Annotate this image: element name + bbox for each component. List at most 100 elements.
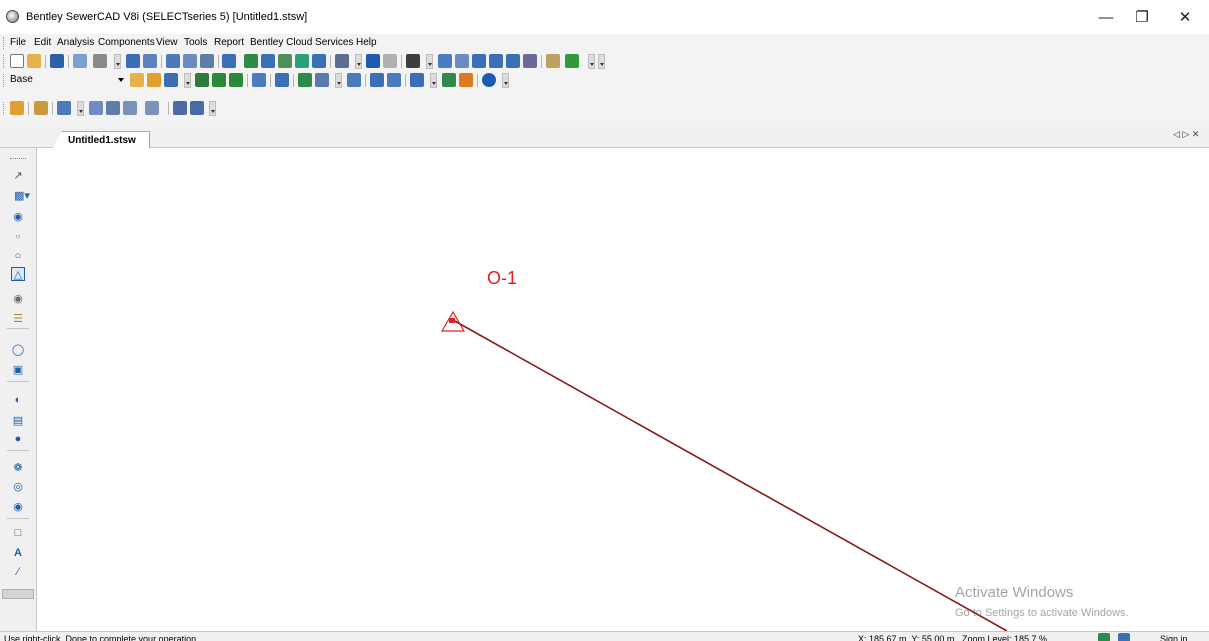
- hyperlinks-icon[interactable]: [442, 73, 456, 87]
- toolbar-overflow-button[interactable]: [184, 73, 191, 88]
- menu-tools[interactable]: Tools: [184, 37, 207, 48]
- background-layers-icon[interactable]: [312, 54, 326, 68]
- new-file-icon[interactable]: [10, 54, 24, 68]
- catch-basin-icon[interactable]: ○: [11, 249, 25, 263]
- undo-icon[interactable]: [366, 54, 380, 68]
- named-views-icon[interactable]: [335, 54, 349, 68]
- query-icon[interactable]: [183, 54, 197, 68]
- select-by-element-icon[interactable]: [123, 101, 137, 115]
- select-by-attribute-icon[interactable]: [106, 101, 120, 115]
- pump-station-icon[interactable]: ❁: [11, 460, 25, 474]
- zoom-window-icon[interactable]: [455, 54, 469, 68]
- redo-icon[interactable]: [383, 54, 397, 68]
- user-notifications-icon[interactable]: [252, 73, 266, 87]
- text-icon[interactable]: A: [11, 546, 25, 560]
- selection-sets-icon[interactable]: [347, 73, 361, 87]
- menu-analysis[interactable]: Analysis: [57, 37, 94, 48]
- contours-icon[interactable]: [278, 54, 292, 68]
- toolbar-overflow-button[interactable]: [209, 101, 216, 116]
- restore-button[interactable]: ❐: [1119, 2, 1165, 32]
- select-arrow-icon[interactable]: ↗: [11, 168, 25, 182]
- wet-well-icon[interactable]: ◉: [11, 291, 25, 305]
- menu-report[interactable]: Report: [214, 37, 244, 48]
- status-sign-in[interactable]: Sign in: [1160, 633, 1188, 641]
- junction-icon[interactable]: ○: [11, 229, 25, 243]
- compute-icon[interactable]: [212, 73, 226, 87]
- line-icon[interactable]: ∕: [11, 565, 25, 579]
- pan-hand-icon[interactable]: [546, 54, 560, 68]
- hydraulic-model-icon[interactable]: [126, 54, 140, 68]
- manhole-icon[interactable]: ◉: [11, 209, 25, 223]
- status-sync-icon[interactable]: [1118, 633, 1130, 641]
- zoom-realtime-icon[interactable]: [506, 54, 520, 68]
- tab-untitled1[interactable]: Untitled1.stsw: [52, 131, 150, 149]
- pump-icon[interactable]: ◐: [11, 393, 25, 407]
- project-icon[interactable]: [143, 54, 157, 68]
- graph-icon[interactable]: [244, 54, 258, 68]
- tab-scroll-close-controls[interactable]: ◁ ▷ ✕: [1173, 129, 1199, 140]
- flextables-list-icon[interactable]: [410, 73, 424, 87]
- calculators-icon[interactable]: [315, 73, 329, 87]
- toolbar-overflow-button[interactable]: [430, 73, 437, 88]
- rss-feed-icon[interactable]: [459, 73, 473, 87]
- toolbar-overflow-button[interactable]: [77, 101, 84, 116]
- scenario-combo[interactable]: Base: [8, 72, 126, 88]
- hydrographs-icon[interactable]: [298, 73, 312, 87]
- prototypes-icon[interactable]: [34, 101, 48, 115]
- profile-icon[interactable]: [261, 54, 275, 68]
- border-icon[interactable]: □: [11, 526, 25, 540]
- engineering-libraries-icon[interactable]: [57, 101, 71, 115]
- conduit-pipe[interactable]: [452, 319, 1008, 631]
- toolbar-overflow-button[interactable]: [335, 73, 342, 88]
- select-connected-icon[interactable]: [190, 101, 204, 115]
- find-binoculars-icon[interactable]: [406, 54, 420, 68]
- cleanout-icon[interactable]: ◉: [11, 499, 25, 513]
- calculation-options-icon[interactable]: [164, 73, 178, 87]
- toolbar-overflow-button[interactable]: [588, 54, 595, 69]
- menu-components[interactable]: Components: [98, 37, 155, 48]
- property-connection-icon[interactable]: ◎: [11, 479, 25, 493]
- print-preview-icon[interactable]: [73, 54, 87, 68]
- menu-help[interactable]: Help: [356, 37, 377, 48]
- menu-edit[interactable]: Edit: [34, 37, 51, 48]
- close-button[interactable]: ✕: [1162, 2, 1208, 32]
- help-icon[interactable]: [482, 73, 496, 87]
- toolbar-overflow-button[interactable]: [502, 73, 509, 88]
- select-by-polygon-icon[interactable]: [89, 101, 103, 115]
- menu-file[interactable]: File: [10, 37, 26, 48]
- pressure-junction-icon[interactable]: ◯: [11, 342, 25, 356]
- toolbar-overflow-button[interactable]: [598, 54, 605, 69]
- scenarios-icon[interactable]: [130, 73, 144, 87]
- zoom-previous-icon[interactable]: [523, 54, 537, 68]
- open-folder-icon[interactable]: [27, 54, 41, 68]
- element-layout-icon[interactable]: [10, 101, 24, 115]
- tools-icon[interactable]: [387, 73, 401, 87]
- drawing-canvas[interactable]: O-1 Activate Windows Go to Settings to a…: [36, 148, 1209, 631]
- menu-bentley-cloud-services[interactable]: Bentley Cloud Services: [250, 37, 353, 48]
- menu-view[interactable]: View: [156, 37, 178, 48]
- status-indicator-icon[interactable]: [1098, 633, 1110, 641]
- alternatives-icon[interactable]: [147, 73, 161, 87]
- tank-icon[interactable]: ☰: [11, 311, 25, 325]
- toolbar-overflow-button[interactable]: [426, 54, 433, 69]
- toolbar-overflow-button[interactable]: [114, 54, 121, 69]
- air-valve-icon[interactable]: ●: [11, 432, 25, 446]
- validate-icon[interactable]: [195, 73, 209, 87]
- select-downstream-icon[interactable]: [145, 101, 159, 115]
- zoom-out-icon[interactable]: [489, 54, 503, 68]
- outfall-icon[interactable]: △: [11, 267, 25, 281]
- zoom-extents-icon[interactable]: [438, 54, 452, 68]
- refresh-icon[interactable]: [565, 54, 579, 68]
- flex-tables-icon[interactable]: [166, 54, 180, 68]
- palette-scrollbar[interactable]: [2, 589, 34, 599]
- storage-icon[interactable]: ▤: [11, 413, 25, 427]
- user-data-icon[interactable]: [200, 54, 214, 68]
- compute-run-icon[interactable]: [229, 73, 243, 87]
- print-icon[interactable]: [93, 54, 107, 68]
- window-layout-icon[interactable]: [222, 54, 236, 68]
- select-upstream-icon[interactable]: [173, 101, 187, 115]
- layout-icon[interactable]: ▩▾: [11, 188, 33, 202]
- toolbar-overflow-button[interactable]: [355, 54, 362, 69]
- element-symbology-icon[interactable]: [295, 54, 309, 68]
- element-properties-icon[interactable]: [275, 73, 289, 87]
